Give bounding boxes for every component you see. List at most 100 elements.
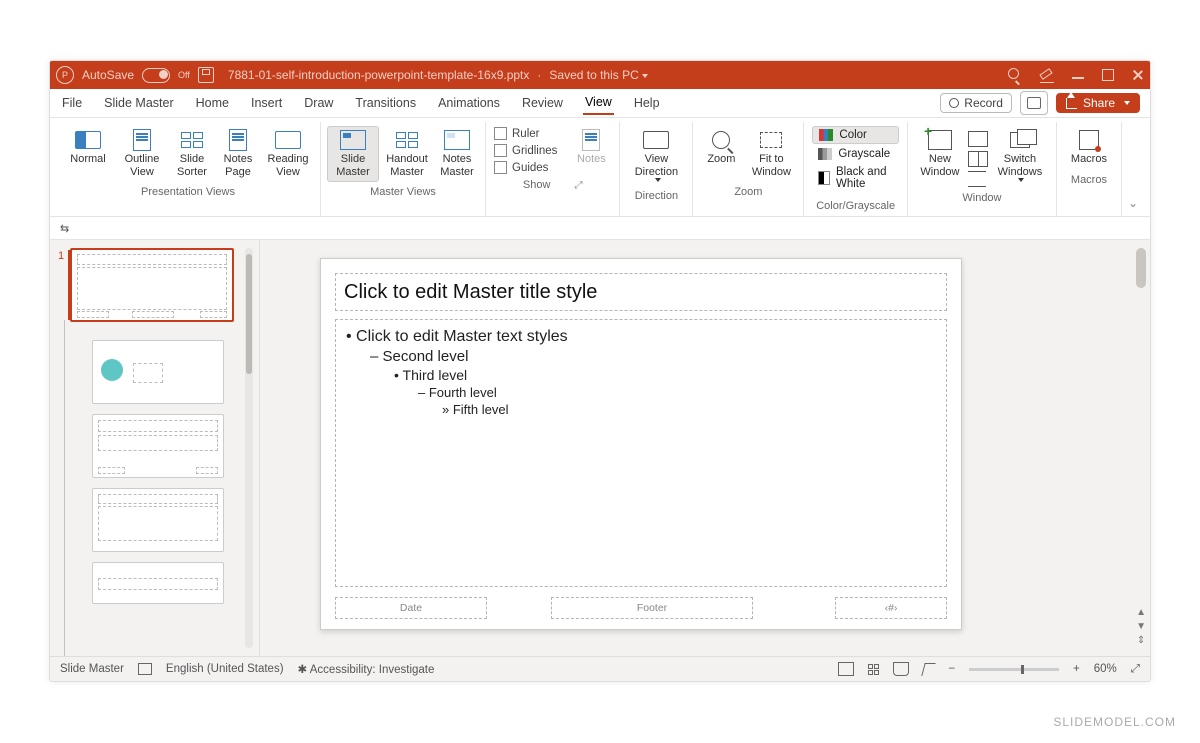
close-icon[interactable] <box>1132 69 1144 81</box>
tab-home[interactable]: Home <box>194 92 231 114</box>
footer-text: Footer <box>637 602 667 614</box>
macros-button[interactable]: Macros <box>1063 126 1115 170</box>
slideshow-view-icon[interactable] <box>922 663 936 676</box>
zoom-out-button[interactable]: − <box>948 663 955 675</box>
notes-button[interactable]: Notes <box>569 126 613 175</box>
move-split-icon[interactable] <box>968 171 986 187</box>
pen-icon[interactable] <box>1040 68 1054 83</box>
reading-view-button[interactable]: Reading View <box>262 126 314 182</box>
fit-to-window-button[interactable]: Fit to Window <box>745 126 797 182</box>
accessibility-status[interactable]: ✱ Accessibility: Investigate <box>298 662 435 676</box>
slidenumber-placeholder[interactable]: ‹#› <box>835 597 947 619</box>
save-icon[interactable] <box>198 67 214 83</box>
zoom-level[interactable]: 60% <box>1094 663 1117 675</box>
record-dot-icon <box>949 98 959 108</box>
zoom-in-button[interactable]: + <box>1073 663 1080 675</box>
tab-review[interactable]: Review <box>520 92 565 114</box>
tab-file[interactable]: File <box>60 92 84 114</box>
comments-button[interactable] <box>1020 91 1048 115</box>
nav-down-icon[interactable]: ▼ <box>1136 621 1146 632</box>
layout-thumbnail-1[interactable] <box>92 340 224 404</box>
thumbnail-scrollbar[interactable] <box>245 248 253 648</box>
slide-master-button[interactable]: Slide Master <box>327 126 379 182</box>
date-placeholder[interactable]: Date <box>335 597 487 619</box>
group-label-show: Show <box>523 179 551 191</box>
handout-icon <box>396 132 418 148</box>
cascade-icon[interactable] <box>968 151 988 167</box>
color-mode-grayscale[interactable]: Grayscale <box>812 146 899 162</box>
tab-view[interactable]: View <box>583 91 614 115</box>
arrange-all-icon[interactable] <box>968 131 988 147</box>
footer-placeholder: Footer <box>551 597 753 619</box>
show-dialog-launcher-icon[interactable]: ⤢ <box>574 180 582 191</box>
title-placeholder[interactable]: Click to edit Master title style <box>335 273 947 311</box>
tab-insert[interactable]: Insert <box>249 92 284 114</box>
handout-master-button[interactable]: Handout Master <box>381 126 433 182</box>
zoom-slider[interactable] <box>969 668 1059 671</box>
grayscale-swatch-icon <box>818 148 832 160</box>
qat-undo-icon[interactable]: ⇆ <box>60 222 69 235</box>
switch-windows-icon <box>1010 132 1030 148</box>
slide-sorter-button[interactable]: Slide Sorter <box>170 126 214 182</box>
level5-text: Fifth level <box>442 402 936 417</box>
group-direction: View Direction Direction <box>620 122 693 216</box>
search-icon[interactable] <box>1008 68 1022 82</box>
reading-view-icon[interactable] <box>893 662 909 676</box>
body-placeholder[interactable]: Click to edit Master text styles Second … <box>335 319 947 587</box>
fit-to-window-icon[interactable]: ⤢ <box>1131 663 1140 676</box>
tab-animations[interactable]: Animations <box>436 92 502 114</box>
master-thumbnail[interactable] <box>70 248 234 322</box>
date-text: Date <box>400 602 422 614</box>
sorter-label: Slide Sorter <box>172 153 212 178</box>
group-master-views: Slide Master Handout Master Notes Master… <box>321 122 486 216</box>
autosave-toggle[interactable] <box>142 68 170 83</box>
notes-master-button[interactable]: Notes Master <box>435 126 479 182</box>
notes-page-button[interactable]: Notes Page <box>216 126 260 182</box>
color-mode-bw[interactable]: Black and White <box>812 164 899 192</box>
color-mode-color[interactable]: Color <box>812 126 899 144</box>
normal-view-icon[interactable] <box>838 662 854 676</box>
collapse-ribbon-chevron-icon[interactable]: ⌄ <box>1128 196 1138 210</box>
share-label: Share <box>1083 96 1115 110</box>
layout-thumbnail-2[interactable] <box>92 414 224 478</box>
maximize-icon[interactable] <box>1102 69 1114 81</box>
tab-help[interactable]: Help <box>632 92 662 114</box>
ruler-checkbox[interactable]: Ruler <box>492 126 559 141</box>
canvas-scrollbar[interactable] <box>1136 248 1146 288</box>
view-direction-button[interactable]: View Direction <box>626 126 686 186</box>
layout-thumbnail-3[interactable] <box>92 488 224 552</box>
slide-master-icon <box>340 130 366 150</box>
sorter-view-icon[interactable] <box>868 664 879 675</box>
accessibility-label: Accessibility: Investigate <box>310 664 435 676</box>
zoom-button[interactable]: Zoom <box>699 126 743 182</box>
qat-row: ⇆ <box>50 217 1150 240</box>
notes-status-icon[interactable] <box>138 663 152 675</box>
nav-up-icon[interactable]: ▲ <box>1136 607 1146 618</box>
group-label-window: Window <box>914 188 1050 206</box>
group-label-macros: Macros <box>1063 170 1115 188</box>
gridlines-checkbox[interactable]: Gridlines <box>492 143 559 158</box>
notes-icon <box>582 129 600 151</box>
status-language[interactable]: English (United States) <box>166 663 284 675</box>
share-button[interactable]: Share <box>1056 93 1140 113</box>
tab-draw[interactable]: Draw <box>302 92 335 114</box>
color-label: Color <box>839 129 866 141</box>
group-macros: Macros Macros <box>1057 122 1122 216</box>
nav-updown-icon[interactable]: ⇕ <box>1137 635 1145 646</box>
record-button[interactable]: Record <box>940 93 1012 113</box>
minimize-icon[interactable] <box>1072 77 1084 79</box>
reading-label: Reading View <box>264 153 312 178</box>
new-window-button[interactable]: New Window <box>914 126 966 188</box>
normal-button[interactable]: Normal <box>62 126 114 182</box>
outline-view-button[interactable]: Outline View <box>116 126 168 182</box>
layout-thumbnail-4[interactable] <box>92 562 224 604</box>
switch-windows-button[interactable]: Switch Windows <box>990 126 1050 188</box>
save-status[interactable]: Saved to this PC <box>549 68 647 82</box>
master-slide[interactable]: Click to edit Master title style Click t… <box>320 258 962 630</box>
checkbox-icon <box>494 161 507 174</box>
guides-checkbox[interactable]: Guides <box>492 160 559 175</box>
autosave-state: Off <box>178 70 190 80</box>
tab-slide-master[interactable]: Slide Master <box>102 92 175 114</box>
tab-transitions[interactable]: Transitions <box>353 92 418 114</box>
status-mode: Slide Master <box>60 663 124 675</box>
